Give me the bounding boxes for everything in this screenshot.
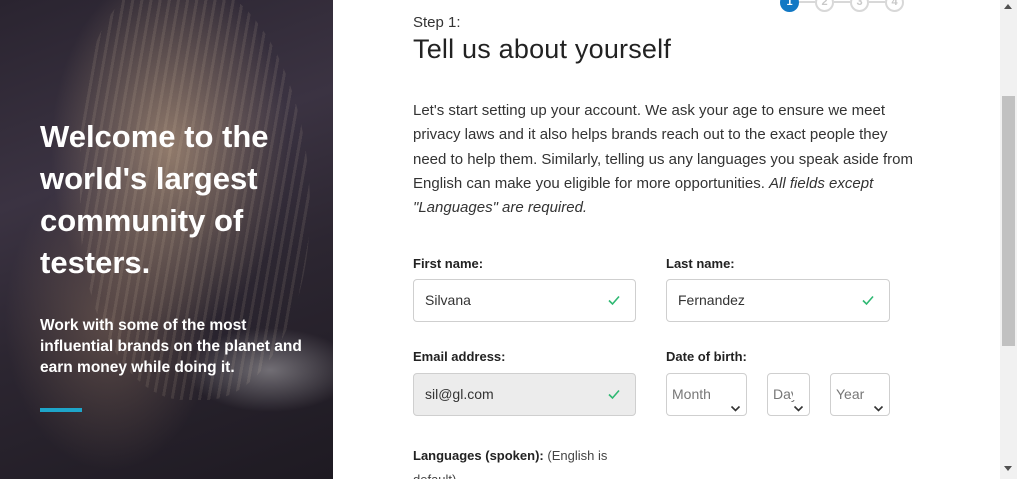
- email-value: sil@gl.com: [425, 386, 494, 402]
- first-name-input[interactable]: Silvana: [413, 279, 636, 322]
- intro-text: Let's start setting up your account. We …: [413, 99, 913, 220]
- scrollbar-thumb[interactable]: [1002, 96, 1015, 346]
- first-name-value: Silvana: [425, 292, 471, 308]
- languages-label-block: Languages (spoken): (English is default): [413, 444, 643, 479]
- chevron-down-icon: [873, 389, 884, 412]
- dob-year-select[interactable]: Year: [830, 373, 890, 416]
- dob-label: Date of birth:: [666, 349, 747, 364]
- hero-subtitle: Work with some of the most influential b…: [40, 317, 302, 376]
- last-name-value: Fernandez: [678, 292, 745, 308]
- progress-connector: [834, 1, 850, 3]
- window-edge: [1017, 0, 1034, 479]
- vertical-scrollbar[interactable]: [1000, 0, 1017, 479]
- progress-step-4: 4: [885, 0, 904, 12]
- first-name-label: First name:: [413, 256, 484, 271]
- languages-label: Languages (spoken):: [413, 448, 544, 463]
- hero-title: Welcome to the world's largest community…: [40, 119, 269, 280]
- progress-step-3: 3: [850, 0, 869, 12]
- chevron-down-icon: [730, 389, 741, 412]
- check-icon: [607, 387, 621, 401]
- dob-year-value: Year: [836, 386, 865, 402]
- step-progress: 1 2 3 4: [780, 0, 910, 15]
- check-icon: [607, 293, 621, 307]
- email-input[interactable]: sil@gl.com: [413, 373, 636, 416]
- check-icon: [861, 293, 875, 307]
- hero-accent-bar: [40, 408, 82, 412]
- step-label: Step 1:: [413, 14, 461, 31]
- scroll-up-icon[interactable]: [1004, 4, 1012, 9]
- last-name-label: Last name:: [666, 256, 735, 271]
- dob-month-value: Month: [672, 386, 711, 402]
- chevron-down-icon: [793, 389, 804, 412]
- dob-day-select[interactable]: Day: [767, 373, 810, 416]
- dob-month-select[interactable]: Month: [666, 373, 747, 416]
- progress-step-1: 1: [780, 0, 799, 12]
- signup-form-panel: 1 2 3 4 Step 1: Tell us about yourself L…: [333, 0, 1000, 479]
- progress-connector: [869, 1, 885, 3]
- progress-connector: [799, 1, 815, 3]
- progress-step-2: 2: [815, 0, 834, 12]
- page-title: Tell us about yourself: [413, 34, 672, 64]
- email-label: Email address:: [413, 349, 506, 364]
- last-name-input[interactable]: Fernandez: [666, 279, 890, 322]
- scroll-down-icon[interactable]: [1004, 466, 1012, 471]
- hero-panel: Welcome to the world's largest community…: [0, 0, 333, 479]
